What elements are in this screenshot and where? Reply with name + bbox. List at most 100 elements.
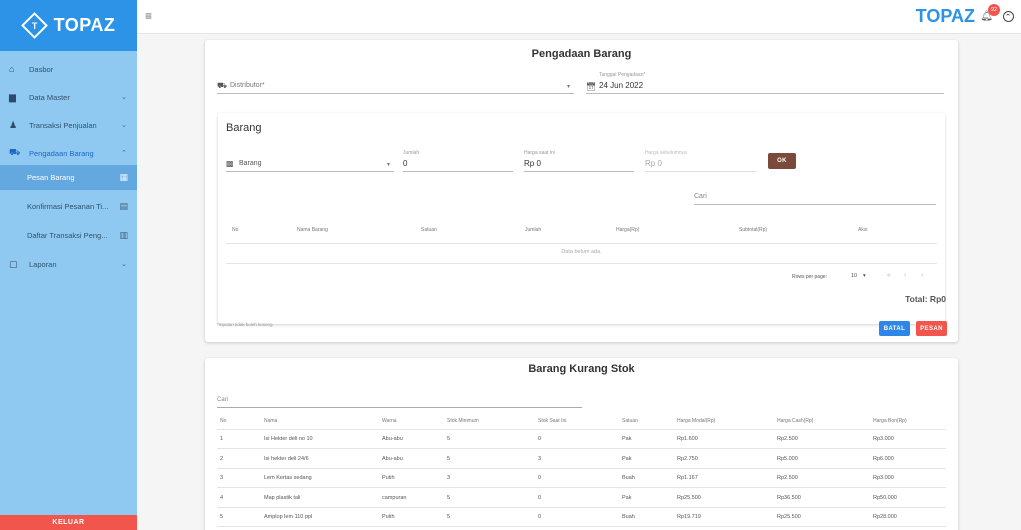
- column-header: Harga Cash(Rp): [777, 418, 814, 424]
- column-header: Stok Minimum: [447, 418, 479, 424]
- table-cell: 1: [220, 436, 224, 442]
- table-cell: Abu-abu: [382, 455, 403, 462]
- page-title: Pengadaan Barang: [531, 48, 632, 60]
- sidebar: T TOPAZ ⌂ Dasbor ▆ Data Master ⌄ ♟ Trans…: [0, 0, 137, 530]
- package-icon: ▩: [226, 159, 234, 168]
- table-cell: 5: [447, 455, 451, 462]
- distributor-select[interactable]: ⛟ Distributor* ▾: [217, 80, 574, 94]
- sidebar-item-laporan[interactable]: ▢ Laporan ⌄: [0, 252, 137, 276]
- table-cell: 0: [538, 514, 542, 520]
- top-bar: ≡ TOPAZ 🔔︎ 92: [137, 0, 1021, 34]
- first-page-icon[interactable]: «: [887, 272, 891, 279]
- rows-per-page-select[interactable]: 10 ▾: [851, 271, 873, 282]
- order-form-card: Pengadaan Barang ⛟ Distributor* ▾ 📅︎ Tan…: [205, 40, 958, 342]
- table-cell: 0: [538, 475, 542, 481]
- dropdown-arrow-icon: ▾: [863, 273, 866, 279]
- sidebar-item-data-master[interactable]: ▆ Data Master ⌄: [0, 85, 137, 109]
- table-cell: Rp25.500: [777, 514, 801, 520]
- cart-icon: ⛟: [9, 147, 21, 157]
- sidebar-item-transaksi-penjualan[interactable]: ♟ Transaksi Penjualan ⌄: [0, 113, 137, 137]
- table-cell: Abu-abu: [382, 436, 403, 442]
- header-brand: TOPAZ: [915, 6, 975, 26]
- column-header: Nama: [264, 418, 278, 424]
- list-icon: ▥: [119, 230, 128, 240]
- table-cell: Rp5.000: [777, 455, 798, 462]
- item-entry-card: Barang ▩ Barang ▾ Jumlah 0 Harga saat in…: [218, 113, 945, 324]
- prev-page-icon[interactable]: ‹: [904, 272, 906, 279]
- divider: [217, 506, 946, 508]
- divider: [226, 263, 937, 264]
- sidebar-subitem-daftar-transaksi[interactable]: Daftar Transaksi Peng... ▥: [0, 223, 137, 248]
- dropdown-arrow-icon: ▾: [386, 162, 390, 168]
- table-cell: Rp25.500: [677, 494, 701, 501]
- sidebar-subitem-konfirmasi-pesanan[interactable]: Konfirmasi Pesanan Ti... ▤: [0, 194, 137, 219]
- next-page-icon[interactable]: ›: [921, 272, 923, 279]
- sidebar-item-dasbor[interactable]: ⌂ Dasbor: [0, 57, 137, 81]
- menu-icon[interactable]: ≡: [145, 9, 152, 23]
- sidebar-subitem-pesan-barang[interactable]: Pesan Barang ▦: [0, 165, 137, 190]
- table-cell: 5: [447, 494, 451, 501]
- total-amount: Total: Rp0: [905, 294, 946, 304]
- column-header: Harga Modal(Rp): [677, 418, 716, 424]
- sidebar-nav: ⌂ Dasbor ▆ Data Master ⌄ ♟ Transaksi Pen…: [0, 51, 137, 276]
- logo-mark-icon: T: [21, 12, 49, 39]
- date-picker[interactable]: 📅︎ Tanggal Pengadaan* 24 Jun 2022: [586, 72, 944, 94]
- order-icon: ▦: [119, 172, 128, 182]
- chevron-down-icon: ⌄: [121, 261, 127, 268]
- table-cell: Pak: [622, 494, 632, 501]
- table-cell: 3: [220, 475, 224, 481]
- truck-icon: ⛟: [217, 81, 228, 90]
- dropdown-arrow-icon: ▾: [566, 84, 570, 90]
- table-cell: Rp36.500: [777, 494, 801, 501]
- table-cell: Rp1.167: [677, 475, 698, 481]
- column-header: Satuan: [622, 418, 638, 424]
- sidebar-item-pengadaan-barang[interactable]: ⛟ Pengadaan Barang ⌃: [0, 141, 137, 165]
- section-title: Barang: [226, 122, 262, 134]
- chevron-down-icon: ⌄: [121, 94, 127, 101]
- table-cell: Rp1.600: [677, 436, 698, 442]
- logout-button[interactable]: KELUAR: [0, 515, 137, 530]
- table-cell: Rp19.719: [677, 514, 701, 520]
- table-cell: Rp6.000: [873, 455, 894, 462]
- table-cell: Buah: [622, 475, 635, 481]
- column-header: Warna: [382, 418, 397, 424]
- search-input[interactable]: Cari: [694, 190, 936, 205]
- table-cell: 5: [447, 436, 451, 442]
- table-cell: Isi hekter deli 24/6: [264, 455, 309, 462]
- chevron-up-icon: ⌃: [121, 150, 127, 157]
- logo-text: TOPAZ: [53, 15, 116, 35]
- chevron-down-icon: ⌄: [121, 122, 127, 129]
- table-cell: Amplop lem 110 ppl: [264, 514, 313, 520]
- submit-order-button[interactable]: PESAN: [916, 321, 947, 336]
- account-icon[interactable]: [1003, 11, 1014, 22]
- notification-badge: 92: [988, 4, 1000, 16]
- table-cell: Rp3.000: [873, 436, 894, 442]
- table-cell: Buah: [622, 514, 635, 520]
- table-cell: Pak: [622, 436, 632, 442]
- table-cell: Putih: [382, 475, 395, 481]
- table-cell: Pak: [622, 455, 632, 462]
- table-cell: Rp28.000: [873, 514, 897, 520]
- table-cell: campuran: [382, 494, 407, 501]
- divider: [226, 243, 937, 244]
- table-cell: Putih: [382, 514, 395, 520]
- divider: [217, 448, 946, 449]
- table-cell: 5: [220, 514, 224, 520]
- logo[interactable]: T TOPAZ: [0, 0, 137, 51]
- divider: [217, 526, 946, 527]
- current-price-input[interactable]: Harga saat ini Rp 0: [524, 150, 634, 172]
- ok-button[interactable]: OK: [768, 153, 796, 169]
- table-cell: Rp50.000: [873, 494, 897, 501]
- home-icon: ⌂: [9, 64, 15, 74]
- cancel-button[interactable]: BATAL: [879, 321, 910, 336]
- empty-message: Data belum ada.: [561, 249, 602, 255]
- previous-price-input: Harga sebelumnya Rp 0: [645, 150, 756, 172]
- quantity-input[interactable]: Jumlah 0: [403, 150, 513, 172]
- confirm-icon: ▤: [119, 201, 128, 211]
- low-stock-search-input[interactable]: Cari: [217, 396, 582, 408]
- table-cell: Rp2.750: [677, 455, 698, 462]
- column-header: Stok Saat Ini: [538, 418, 567, 424]
- divider: [217, 467, 946, 469]
- item-select[interactable]: ▩ Barang ▾: [226, 158, 394, 172]
- column-header: No: [220, 418, 227, 424]
